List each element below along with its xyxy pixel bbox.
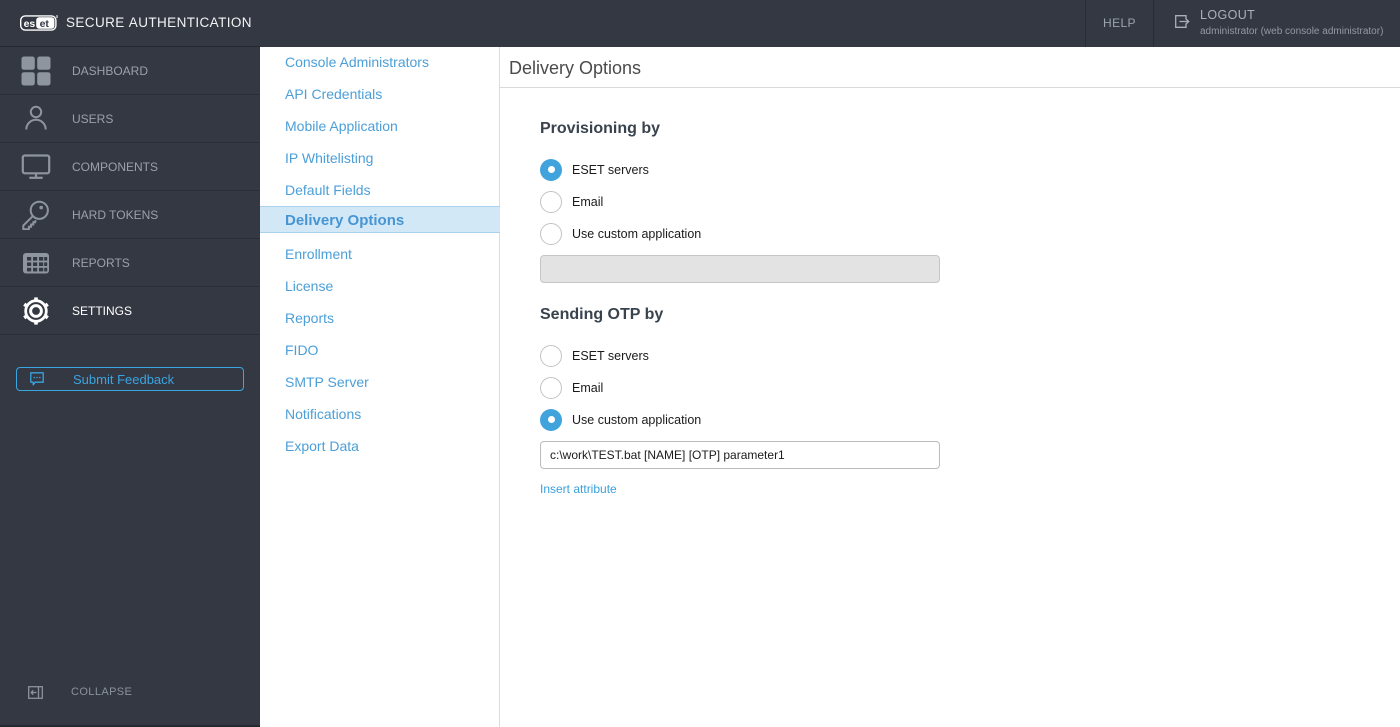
svg-text:et: et [40,18,50,30]
svg-text:es: es [24,18,36,30]
